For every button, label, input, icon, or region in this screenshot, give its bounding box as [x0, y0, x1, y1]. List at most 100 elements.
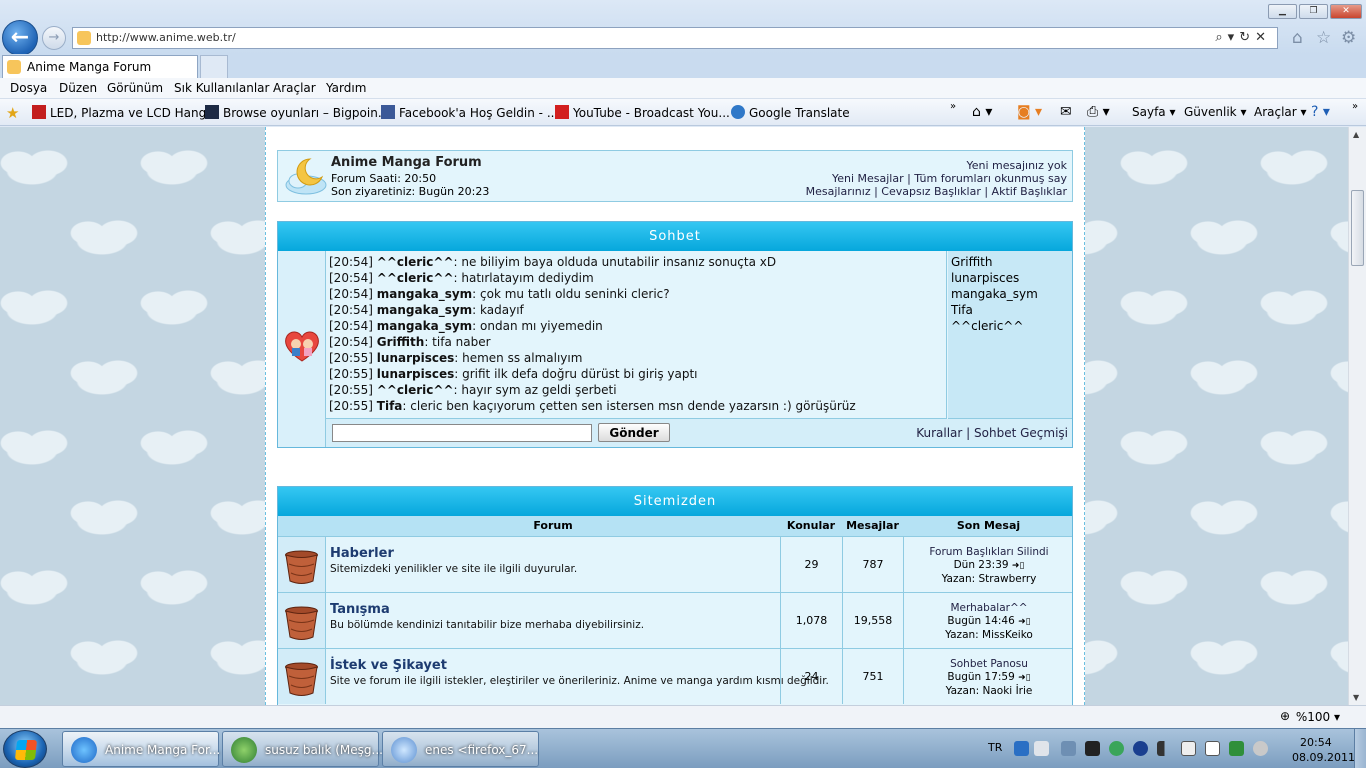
scroll-thumb[interactable]: [1351, 190, 1364, 266]
mail-icon[interactable]: ✉: [1060, 104, 1072, 120]
menu-araclar[interactable]: Araçlar: [273, 81, 316, 95]
network-icon[interactable]: [1014, 741, 1029, 756]
favorite-item[interactable]: Google Translate: [731, 105, 850, 120]
forum-title-link[interactable]: Haberler: [330, 546, 394, 561]
new-tab-button[interactable]: [200, 55, 228, 78]
last-post-topic-link[interactable]: Merhabalar^^: [904, 602, 1074, 615]
address-url[interactable]: http://www.anime.web.tr/: [96, 31, 236, 44]
message-user[interactable]: lunarpisces: [377, 367, 454, 381]
gear-icon[interactable]: ⚙: [1341, 28, 1356, 48]
clock-date[interactable]: 08.09.2011: [1292, 751, 1355, 764]
last-post-topic-link[interactable]: Sohbet Panosu: [904, 658, 1074, 671]
message-text: : hatırlatayım dediydim: [453, 271, 594, 285]
message-user[interactable]: Griffith: [377, 335, 425, 349]
message-user[interactable]: mangaka_sym: [377, 303, 472, 317]
tray-app-icon[interactable]: [1061, 741, 1076, 756]
tray-arrows-icon[interactable]: [1034, 741, 1049, 756]
favorites-star-icon[interactable]: ☆: [1316, 28, 1331, 48]
no-new-messages-link[interactable]: Yeni mesajınız yok: [806, 159, 1067, 172]
tab-anime-manga-forum[interactable]: Anime Manga Forum: [2, 55, 198, 78]
new-messages-links[interactable]: Yeni Mesajlar | Tüm forumları okunmuş sa…: [806, 172, 1067, 185]
page-menu[interactable]: Sayfa ▾: [1132, 105, 1176, 119]
flag-icon[interactable]: [1205, 741, 1220, 756]
show-desktop-button[interactable]: [1354, 729, 1366, 768]
scroll-down-icon[interactable]: ▼: [1353, 693, 1359, 702]
forum-name[interactable]: Anime Manga Forum: [331, 155, 482, 170]
scroll-up-icon[interactable]: ▲: [1353, 130, 1359, 139]
vertical-scrollbar[interactable]: ▲ ▼: [1348, 127, 1366, 705]
tools-menu[interactable]: Araçlar ▾: [1254, 105, 1307, 119]
task-messenger[interactable]: susuz balık (Meşg...: [222, 731, 383, 767]
chat-user[interactable]: Tifa: [951, 302, 1072, 318]
stop-icon[interactable]: ✕: [1255, 30, 1271, 45]
last-post-author[interactable]: Yazan: MissKeiko: [904, 629, 1074, 642]
help-icon[interactable]: ? ▾: [1311, 104, 1330, 120]
message-user[interactable]: ^^cleric^^: [377, 255, 454, 269]
refresh-icon[interactable]: ↻: [1239, 30, 1255, 45]
message-user[interactable]: ^^cleric^^: [377, 271, 454, 285]
zoom-icon[interactable]: ⊕: [1280, 709, 1290, 723]
task-chat-window[interactable]: enes <firefox_67...: [382, 731, 539, 767]
last-post-topic-link[interactable]: Forum Başlıkları Silindi: [904, 546, 1074, 559]
close-button[interactable]: ✕: [1330, 4, 1362, 19]
send-button[interactable]: Gönder: [598, 423, 670, 442]
message-text: : hayır sym az geldi şerbeti: [453, 383, 617, 397]
chat-history-link[interactable]: Sohbet Geçmişi: [974, 426, 1068, 440]
favorite-item[interactable]: Browse oyunları – Bigpoin...: [205, 105, 389, 120]
address-bar[interactable]: http://www.anime.web.tr/ ⌕▾↻✕: [72, 27, 1278, 49]
home-icon[interactable]: ⌂: [1292, 28, 1303, 48]
language-indicator[interactable]: TR: [988, 741, 1002, 754]
volume-muted-icon[interactable]: [1253, 741, 1268, 756]
back-button[interactable]: ←: [2, 20, 38, 56]
go-to-post-icon[interactable]: ➜▯: [1012, 561, 1025, 571]
chat-message-input[interactable]: [332, 424, 592, 442]
signal-icon[interactable]: [1157, 741, 1172, 756]
favorite-item[interactable]: YouTube - Broadcast You...: [555, 105, 730, 120]
home-icon[interactable]: ⌂ ▾: [972, 104, 992, 120]
safety-menu[interactable]: Güvenlik ▾: [1184, 105, 1246, 119]
print-icon[interactable]: ⎙ ▾: [1087, 104, 1110, 120]
go-to-post-icon[interactable]: ➜▯: [1018, 673, 1031, 683]
start-button[interactable]: [3, 730, 47, 768]
menu-sik-kullanilanlar[interactable]: Sık Kullanılanlar: [174, 81, 269, 95]
chevron-icon[interactable]: »: [1352, 101, 1358, 112]
menu-yardim[interactable]: Yardım: [326, 81, 366, 95]
favorites-star-icon[interactable]: ★: [6, 104, 19, 122]
menu-duzen[interactable]: Düzen: [59, 81, 97, 95]
chat-user[interactable]: Griffith: [951, 254, 1072, 270]
rss-icon[interactable]: ◙ ▾: [1017, 104, 1042, 120]
user-links[interactable]: Mesajlarınız | Cevapsız Başlıklar | Akti…: [806, 185, 1067, 198]
menu-gorunum[interactable]: Görünüm: [107, 81, 163, 95]
go-to-post-icon[interactable]: ➜▯: [1018, 617, 1031, 627]
menu-dosya[interactable]: Dosya: [10, 81, 47, 95]
favorite-item[interactable]: LED, Plazma ve LCD Hang...: [32, 105, 218, 120]
tray-sd-icon[interactable]: [1133, 741, 1148, 756]
forward-button[interactable]: →: [42, 26, 66, 50]
message-user[interactable]: mangaka_sym: [377, 319, 472, 333]
forum-title-link[interactable]: İstek ve Şikayet: [330, 658, 447, 673]
chevron-icon[interactable]: »: [950, 101, 956, 112]
tray-app-icon[interactable]: [1085, 741, 1100, 756]
rules-link[interactable]: Kurallar: [916, 426, 962, 440]
dropdown-icon[interactable]: ▾: [1228, 30, 1240, 45]
power-icon[interactable]: [1229, 741, 1244, 756]
clock-time[interactable]: 20:54: [1300, 736, 1332, 749]
task-ie[interactable]: Anime Manga For...: [62, 731, 220, 767]
maximize-button[interactable]: ❐: [1299, 4, 1328, 19]
tray-globe-icon[interactable]: [1109, 741, 1124, 756]
chat-user[interactable]: ^^cleric^^: [951, 318, 1072, 334]
message-user[interactable]: lunarpisces: [377, 351, 454, 365]
message-user[interactable]: Tifa: [377, 399, 403, 413]
last-post-author[interactable]: Yazan: Strawberry: [904, 573, 1074, 586]
chat-user[interactable]: lunarpisces: [951, 270, 1072, 286]
message-user[interactable]: mangaka_sym: [377, 287, 472, 301]
chat-user[interactable]: mangaka_sym: [951, 286, 1072, 302]
last-post-author[interactable]: Yazan: Naoki İrie: [904, 685, 1074, 698]
forum-title-link[interactable]: Tanışma: [330, 602, 390, 617]
zoom-level[interactable]: %100 ▾: [1296, 710, 1340, 724]
search-icon[interactable]: ⌕: [1215, 30, 1227, 45]
usb-icon[interactable]: [1181, 741, 1196, 756]
message-user[interactable]: ^^cleric^^: [377, 383, 454, 397]
minimize-button[interactable]: ▁: [1268, 4, 1297, 19]
favorite-item[interactable]: Facebook'a Hoş Geldin - ...: [381, 105, 558, 120]
